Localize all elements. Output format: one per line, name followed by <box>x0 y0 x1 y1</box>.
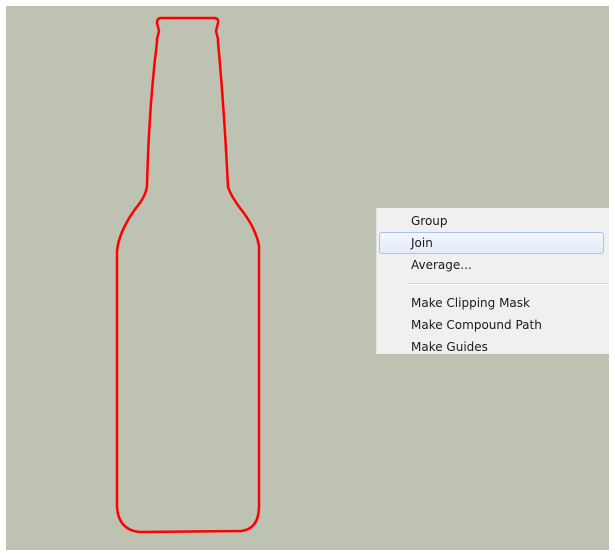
artboard-canvas[interactable]: Group Join Average... Make Clipping Mask… <box>6 6 609 550</box>
menu-item-join[interactable]: Join <box>379 232 604 254</box>
menu-separator <box>407 283 607 285</box>
context-menu: Group Join Average... Make Clipping Mask… <box>376 208 609 354</box>
menu-item-make-clipping-mask[interactable]: Make Clipping Mask <box>377 292 609 314</box>
menu-item-make-guides[interactable]: Make Guides <box>377 336 609 358</box>
menu-item-average[interactable]: Average... <box>377 254 609 276</box>
menu-item-group[interactable]: Group <box>377 210 609 232</box>
menu-item-make-compound-path[interactable]: Make Compound Path <box>377 314 609 336</box>
